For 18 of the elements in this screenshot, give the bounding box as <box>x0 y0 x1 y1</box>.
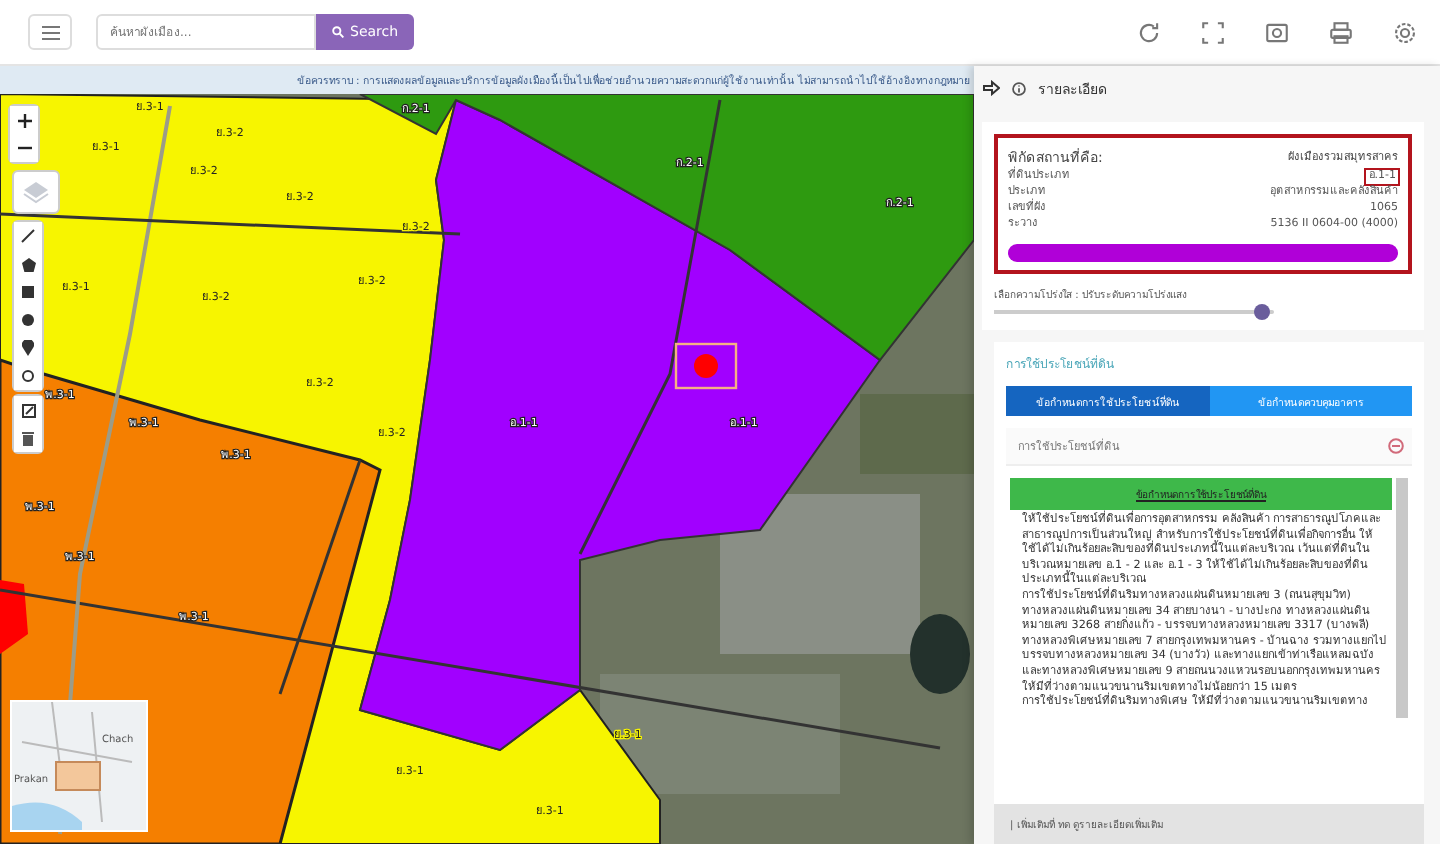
info-icon <box>1012 81 1026 95</box>
fullscreen-icon[interactable] <box>1196 16 1228 48</box>
scrollbar[interactable] <box>1396 478 1408 718</box>
slider-thumb[interactable] <box>1254 304 1271 320</box>
edit-tool-icon[interactable] <box>14 396 42 424</box>
layers-icon <box>22 180 50 204</box>
special-zone <box>0 580 28 654</box>
collapse-icon[interactable] <box>1388 438 1404 454</box>
zoom-in-button[interactable] <box>10 106 38 134</box>
collapse-arrow-icon[interactable] <box>982 80 1000 96</box>
location-marker[interactable] <box>694 354 718 378</box>
print-icon[interactable] <box>1324 16 1356 48</box>
search-icon <box>332 26 344 38</box>
selection-box <box>674 342 738 390</box>
menu-icon <box>41 25 59 39</box>
plus-icon <box>17 113 31 127</box>
menu-button[interactable] <box>28 14 72 50</box>
minus-icon <box>17 146 31 150</box>
